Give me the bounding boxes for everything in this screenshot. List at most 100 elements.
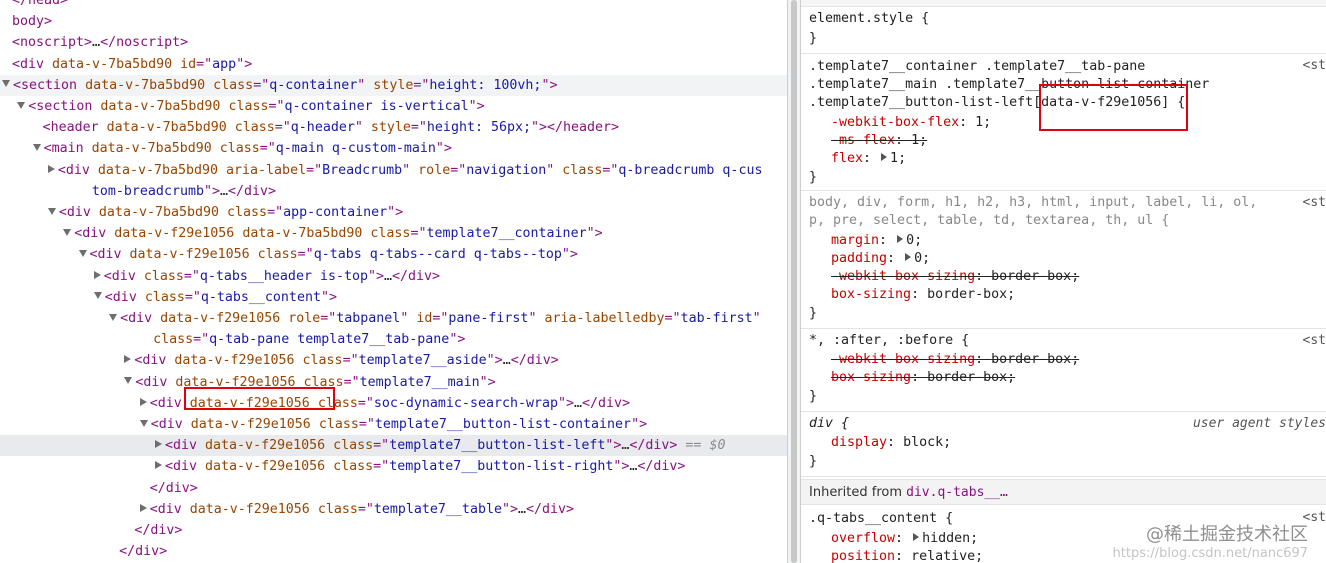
property-value[interactable]: 0 bbox=[906, 233, 914, 248]
rule-source-link[interactable]: <st bbox=[1303, 333, 1326, 348]
property-name[interactable]: display bbox=[831, 435, 887, 450]
dom-node[interactable]: <div data-v-f29e1056 data-v-7ba5bd90 cla… bbox=[0, 223, 787, 244]
dom-node[interactable]: <div data-v-f29e1056 class="template7__a… bbox=[0, 350, 787, 371]
rule-source-link[interactable]: <st bbox=[1303, 58, 1326, 73]
dom-node[interactable]: <div data-v-7ba5bd90 id="app"> bbox=[0, 54, 787, 75]
rule-user-agent-div[interactable]: user agent styles div { display: block; … bbox=[801, 412, 1326, 477]
property-name[interactable]: padding bbox=[831, 251, 887, 266]
expand-triangle-icon[interactable] bbox=[155, 440, 162, 449]
expand-shorthand-icon[interactable] bbox=[881, 153, 888, 161]
collapse-triangle-icon[interactable] bbox=[124, 377, 133, 385]
rule-source-link[interactable]: <st bbox=[1303, 195, 1326, 210]
rule-reset-elements[interactable]: <st body, div, form, h1, h2, h3, html, i… bbox=[801, 191, 1326, 329]
style-property[interactable]: flex: 1; bbox=[831, 150, 906, 168]
expand-triangle-icon[interactable] bbox=[93, 270, 101, 279]
expand-shorthand-icon[interactable] bbox=[913, 533, 920, 541]
expand-shorthand-icon[interactable] bbox=[905, 253, 912, 261]
dom-node[interactable]: body> bbox=[0, 11, 787, 32]
dom-node[interactable]: <main data-v-7ba5bd90 class="q-main q-cu… bbox=[0, 138, 787, 159]
panel-splitter[interactable] bbox=[787, 0, 801, 563]
property-value[interactable]: 1 bbox=[911, 133, 919, 148]
dom-node[interactable]: <div data-v-f29e1056 class="soc-dynamic-… bbox=[0, 393, 787, 414]
attr-name-token: data-v-7ba5bd90 bbox=[85, 77, 206, 93]
tag-token: =" bbox=[259, 141, 276, 157]
style-property[interactable]: display: block; bbox=[831, 434, 951, 452]
dom-node[interactable]: </head> bbox=[0, 0, 787, 11]
style-property[interactable]: -webkit-box-sizing: border-box; bbox=[831, 268, 1079, 286]
dom-node[interactable]: <div class="q-tabs__content"> bbox=[0, 287, 787, 308]
dom-node[interactable]: <div data-v-f29e1056 class="template7__b… bbox=[0, 456, 787, 477]
dom-node[interactable]: class="q-tab-pane template7__tab-pane"> bbox=[0, 329, 787, 350]
property-name[interactable]: -ms-flex bbox=[831, 133, 895, 148]
property-name[interactable]: -webkit-box-flex bbox=[831, 115, 959, 130]
collapse-triangle-icon[interactable] bbox=[63, 228, 72, 236]
property-value[interactable]: hidden bbox=[922, 531, 970, 546]
style-property[interactable]: -webkit-box-sizing: border-box; bbox=[831, 351, 1079, 369]
dom-node[interactable]: <div data-v-f29e1056 role="tabpanel" id=… bbox=[0, 308, 787, 329]
property-value[interactable]: relative bbox=[911, 549, 975, 563]
dom-node[interactable]: <div data-v-7ba5bd90 aria-label="Breadcr… bbox=[0, 160, 787, 181]
expand-shorthand-icon[interactable] bbox=[897, 235, 904, 243]
dom-node[interactable]: </div> bbox=[0, 478, 787, 499]
property-value[interactable]: block bbox=[903, 435, 943, 450]
style-property[interactable]: box-sizing: border-box; bbox=[831, 369, 1015, 387]
dom-node[interactable]: <div data-v-7ba5bd90 class="app-containe… bbox=[0, 202, 787, 223]
collapse-triangle-icon[interactable] bbox=[78, 249, 87, 257]
dom-node-selected[interactable]: <div data-v-f29e1056 class="template7__b… bbox=[0, 435, 787, 457]
dom-node[interactable]: <section data-v-7ba5bd90 class="q-contai… bbox=[0, 96, 787, 117]
property-value[interactable]: 0 bbox=[914, 251, 922, 266]
property-name[interactable]: overflow bbox=[831, 531, 895, 546]
property-value[interactable]: border-box bbox=[991, 269, 1071, 284]
style-property[interactable]: padding: 0; bbox=[831, 250, 930, 268]
property-name[interactable]: box-sizing bbox=[831, 370, 911, 385]
style-property[interactable]: position: relative; bbox=[831, 548, 983, 563]
collapse-triangle-icon[interactable] bbox=[93, 292, 102, 300]
property-name[interactable]: box-sizing bbox=[831, 287, 911, 302]
dom-node[interactable]: <div data-v-f29e1056 class="template7__m… bbox=[0, 372, 787, 393]
property-name[interactable]: position bbox=[831, 549, 895, 563]
property-name[interactable]: margin bbox=[831, 233, 879, 248]
property-value[interactable]: 1 bbox=[890, 151, 898, 166]
property-name[interactable]: flex bbox=[831, 151, 863, 166]
dom-node[interactable]: <div data-v-f29e1056 class="q-tabs q-tab… bbox=[0, 244, 787, 265]
style-property[interactable]: box-sizing: border-box; bbox=[831, 286, 1015, 304]
collapse-triangle-icon[interactable] bbox=[109, 313, 118, 321]
collapse-triangle-icon[interactable] bbox=[32, 143, 41, 151]
expand-triangle-icon[interactable] bbox=[139, 503, 147, 512]
style-property[interactable]: margin: 0; bbox=[831, 232, 922, 250]
dom-node[interactable]: <noscript>…</noscript> bbox=[0, 32, 787, 53]
dom-node[interactable]: </div> bbox=[0, 520, 787, 541]
rule-element-style[interactable]: element.style { } bbox=[801, 7, 1326, 54]
property-value[interactable]: border-box bbox=[927, 287, 1007, 302]
property-value[interactable]: border-box bbox=[927, 370, 1007, 385]
property-value[interactable]: 1 bbox=[975, 115, 983, 130]
expand-triangle-icon[interactable] bbox=[139, 397, 147, 406]
dom-node[interactable]: <div data-v-f29e1056 class="template7__t… bbox=[0, 499, 787, 520]
collapse-triangle-icon[interactable] bbox=[47, 207, 56, 215]
dom-node[interactable]: </div> bbox=[0, 541, 787, 562]
property-name[interactable]: -webkit-box-sizing bbox=[831, 269, 975, 284]
collapse-triangle-icon[interactable] bbox=[139, 419, 148, 427]
styles-panel[interactable]: element.style { } <st .template7__contai… bbox=[801, 0, 1326, 563]
dom-node[interactable]: <div class="q-tabs__header is-top">…</di… bbox=[0, 266, 787, 287]
rule-universal[interactable]: <st *, :after, :before { -webkit-box-siz… bbox=[801, 329, 1326, 412]
collapse-triangle-icon[interactable] bbox=[17, 101, 26, 109]
dom-node[interactable]: tom-breadcrumb">…</div> bbox=[0, 181, 787, 202]
dom-node[interactable]: <div data-v-f29e1056 class="template7__b… bbox=[0, 414, 787, 435]
scrollbar-thumb[interactable] bbox=[791, 0, 797, 563]
property-value[interactable]: border-box bbox=[991, 352, 1071, 367]
style-property[interactable]: overflow: hidden; bbox=[831, 530, 978, 548]
inherited-ref-link[interactable]: div.q-tabs__… bbox=[906, 485, 1008, 500]
elements-panel[interactable]: </head> body> <noscript>…</noscript> <div d… bbox=[0, 0, 787, 563]
property-name[interactable]: -webkit-box-sizing bbox=[831, 352, 975, 367]
rule-button-list-left[interactable]: <st .template7__container .template7__ta… bbox=[801, 54, 1326, 191]
dom-node[interactable]: <header data-v-7ba5bd90 class="q-header"… bbox=[0, 117, 787, 138]
selector-element-style[interactable]: element.style { bbox=[809, 11, 929, 26]
style-property[interactable]: -webkit-box-flex: 1; bbox=[831, 114, 991, 132]
expand-triangle-icon[interactable] bbox=[155, 461, 162, 470]
style-property[interactable]: -ms-flex: 1; bbox=[831, 132, 927, 150]
dom-node[interactable]: <section data-v-7ba5bd90 class="q-contai… bbox=[0, 74, 787, 96]
expand-triangle-icon[interactable] bbox=[124, 355, 132, 364]
expand-triangle-icon[interactable] bbox=[47, 164, 55, 173]
collapse-triangle-icon[interactable] bbox=[2, 80, 10, 88]
